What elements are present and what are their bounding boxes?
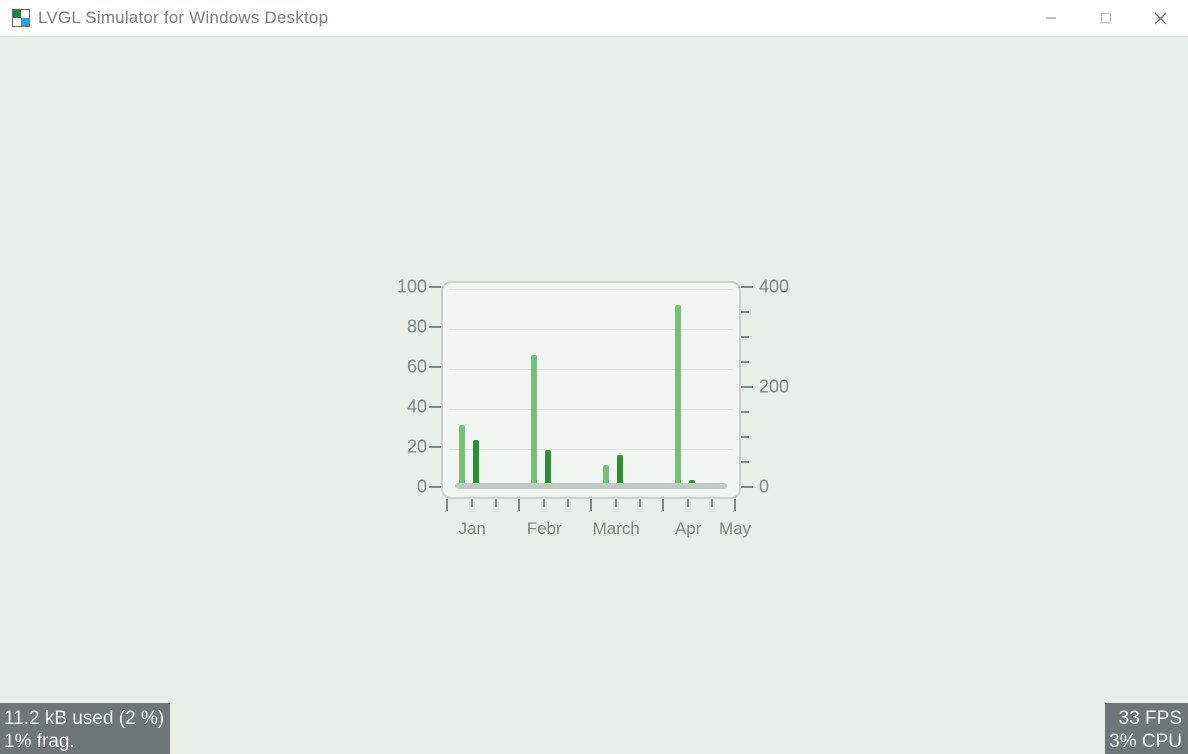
x-tick-label: March xyxy=(593,519,640,539)
maximize-button[interactable] xyxy=(1078,0,1133,36)
memory-used: 11.2 kB used (2 %) xyxy=(4,707,164,730)
chart-scrollbar[interactable] xyxy=(455,483,727,489)
chart-plot-area[interactable] xyxy=(441,281,741,499)
bar-series1 xyxy=(675,305,681,485)
y-left-tick-label: 60 xyxy=(407,357,427,378)
cpu-line: 3% CPU xyxy=(1109,730,1182,753)
close-button[interactable] xyxy=(1133,0,1188,36)
y-left-tick-label: 100 xyxy=(397,277,427,298)
y-right-tick-label: 400 xyxy=(759,277,789,298)
y-axis-right: 0200400 xyxy=(741,281,821,499)
client-area: 020406080100 0200400 JanFebrMarchAprMay … xyxy=(0,37,1188,754)
x-axis: JanFebrMarchAprMay xyxy=(441,499,741,569)
memory-frag: 1% frag. xyxy=(4,730,164,753)
bar-series2 xyxy=(617,455,623,485)
minimize-button[interactable] xyxy=(1023,0,1078,36)
y-left-tick-label: 40 xyxy=(407,397,427,418)
y-right-tick-label: 0 xyxy=(759,477,769,498)
app-icon xyxy=(12,9,30,27)
bar-series1 xyxy=(459,425,465,485)
perf-hud: 33 FPS 3% CPU xyxy=(1105,703,1188,754)
x-tick-label: Apr xyxy=(675,519,701,539)
fps-line: 33 FPS xyxy=(1109,707,1182,730)
memory-hud: 11.2 kB used (2 %) 1% frag. xyxy=(0,703,170,754)
x-tick-label: Jan xyxy=(458,519,485,539)
bar-series1 xyxy=(531,355,537,485)
window-titlebar: LVGL Simulator for Windows Desktop xyxy=(0,0,1188,37)
x-tick-label: Febr xyxy=(527,519,562,539)
y-left-tick-label: 80 xyxy=(407,317,427,338)
y-axis-left: 020406080100 xyxy=(375,281,441,499)
bar-series2 xyxy=(473,440,479,485)
bar-series1 xyxy=(603,465,609,485)
y-left-tick-label: 0 xyxy=(417,477,427,498)
window-title: LVGL Simulator for Windows Desktop xyxy=(38,8,328,28)
y-left-tick-label: 20 xyxy=(407,437,427,458)
bar-series2 xyxy=(545,450,551,485)
x-tick-label: May xyxy=(719,519,751,539)
y-right-tick-label: 200 xyxy=(759,377,789,398)
